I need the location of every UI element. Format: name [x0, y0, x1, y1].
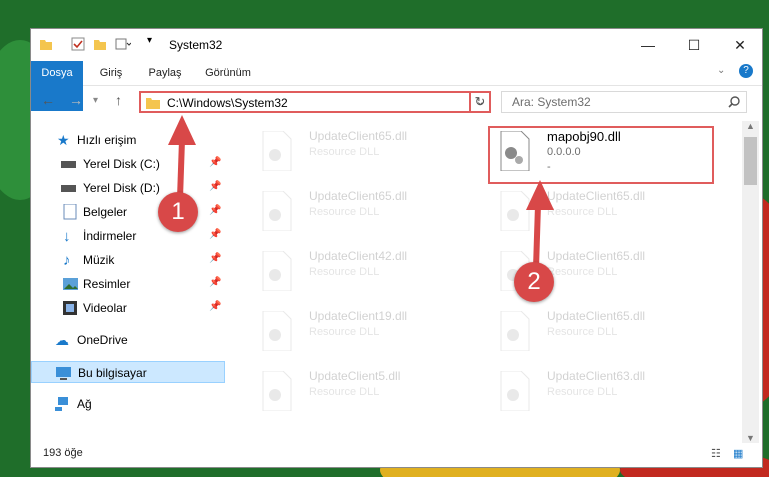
- annotation-arrows: [168, 115, 554, 269]
- arrow-head-icon: [168, 115, 196, 145]
- step-marker-1: 1: [158, 192, 198, 232]
- step-marker-2: 2: [514, 262, 554, 302]
- arrow-head-icon: [526, 180, 554, 210]
